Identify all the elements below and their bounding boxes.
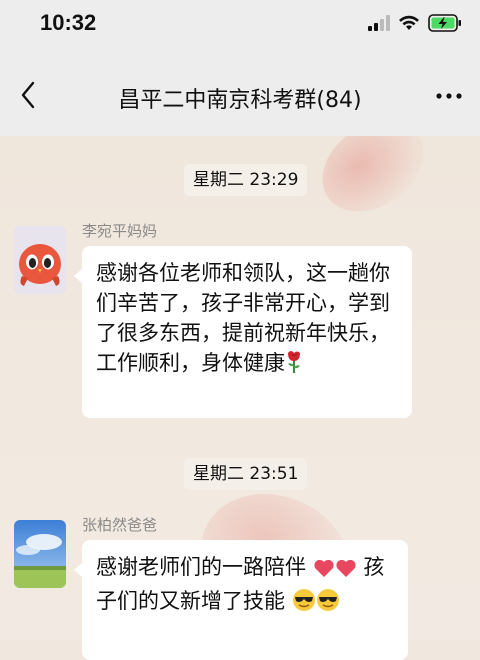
red-bird-avatar-icon <box>14 226 66 294</box>
heart-icon <box>313 556 335 586</box>
message-timestamp: 星期二 23:51 <box>184 458 308 490</box>
message-line: 子们的又新增了技能 <box>96 589 285 613</box>
chat-header: 昌平二中南京科考群(84) <box>0 56 480 136</box>
message-line: 了很多东西，提前祝新年快乐， <box>96 321 390 345</box>
wallpaper-petal <box>305 136 441 231</box>
message-line: 们辛苦了，孩子非常开心，学到 <box>96 291 390 315</box>
message-line: 感谢老师们的一路陪伴 <box>96 555 306 579</box>
message-line: 工作顺利，身体健康 <box>96 351 285 375</box>
sender-name: 李宛平妈妈 <box>82 222 158 240</box>
battery-charging-icon <box>428 14 461 32</box>
sunglasses-face-icon <box>316 588 340 620</box>
sender-name: 张柏然爸爸 <box>82 516 158 534</box>
rose-icon <box>285 348 303 382</box>
avatar[interactable] <box>14 520 66 588</box>
more-options-icon[interactable] <box>434 86 464 106</box>
landscape-avatar-icon <box>14 520 66 588</box>
message-line: 孩 <box>363 555 385 579</box>
chat-title: 昌平二中南京科考群(84) <box>118 88 362 113</box>
message-bubble[interactable]: 感谢各位老师和领队，这一趟你 们辛苦了，孩子非常开心，学到 了很多东西，提前祝新… <box>74 246 412 418</box>
avatar[interactable] <box>14 226 66 294</box>
status-icons <box>368 14 462 32</box>
cellular-signal-icon <box>368 15 390 31</box>
status-bar: 10:32 <box>0 0 480 56</box>
message-timestamp: 星期二 23:29 <box>184 164 308 196</box>
message-bubble[interactable]: 感谢老师们的一路陪伴 孩 子们的又新增了技能 <box>74 540 408 660</box>
status-time: 10:32 <box>40 10 97 35</box>
heart-icon <box>335 556 357 586</box>
wifi-icon <box>399 15 419 30</box>
sunglasses-face-icon <box>292 588 316 620</box>
message-line: 感谢各位老师和领队，这一趟你 <box>96 261 390 285</box>
